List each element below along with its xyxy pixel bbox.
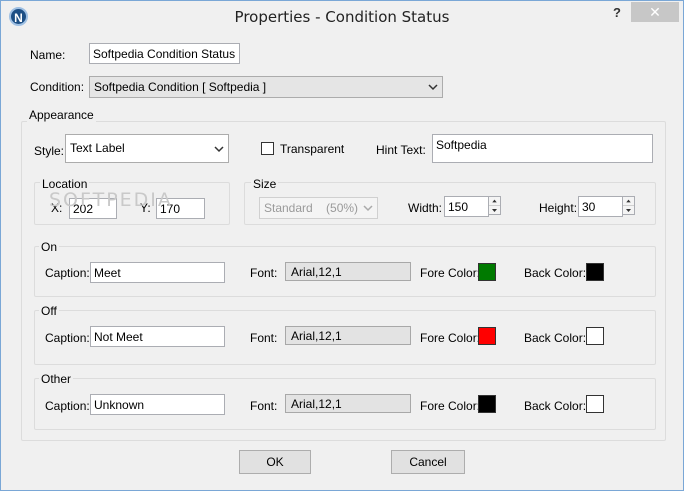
- title-bar: N Properties - Condition Status ? ✕: [1, 1, 683, 31]
- condition-select[interactable]: Softpedia Condition [ Softpedia ]: [89, 76, 443, 98]
- other-fore-color-label: Fore Color:: [420, 399, 481, 413]
- off-caption-input[interactable]: Not Meet: [90, 326, 225, 347]
- off-caption-label: Caption:: [45, 331, 90, 345]
- hint-text-label: Hint Text:: [376, 143, 426, 157]
- other-font-button[interactable]: Arial,12,1: [285, 394, 411, 413]
- name-label: Name:: [30, 48, 66, 62]
- other-back-color-label: Back Color:: [524, 399, 587, 413]
- on-back-color-label: Back Color:: [524, 266, 587, 280]
- other-caption-input[interactable]: Unknown: [90, 394, 225, 415]
- on-fore-color-label: Fore Color:: [420, 266, 481, 280]
- other-caption-label: Caption:: [45, 399, 90, 413]
- height-label: Height:: [539, 201, 578, 215]
- close-button[interactable]: ✕: [631, 2, 679, 22]
- cancel-button[interactable]: Cancel: [391, 450, 465, 474]
- other-fore-color-swatch[interactable]: [478, 395, 496, 413]
- window-title: Properties - Condition Status: [234, 8, 450, 26]
- off-font-label: Font:: [250, 331, 278, 345]
- transparent-checkbox[interactable]: [261, 142, 274, 155]
- hint-text-input[interactable]: Softpedia: [432, 134, 653, 163]
- on-font-label: Font:: [250, 266, 278, 280]
- size-preset-value: Standard (50%): [264, 201, 359, 215]
- chevron-down-icon: [363, 205, 373, 212]
- other-back-color-swatch[interactable]: [586, 395, 604, 413]
- spin-up-icon: [489, 199, 500, 206]
- width-input[interactable]: 150: [444, 196, 489, 217]
- name-input[interactable]: Softpedia Condition Status: [89, 43, 240, 64]
- on-caption-input[interactable]: Meet: [90, 262, 225, 283]
- chevron-down-icon: [214, 146, 224, 153]
- close-icon: ✕: [649, 4, 661, 20]
- off-fore-color-label: Fore Color:: [420, 331, 481, 345]
- properties-dialog: N Properties - Condition Status ? ✕ Name…: [0, 0, 684, 491]
- spin-down-icon: [492, 209, 497, 212]
- style-select[interactable]: Text Label: [65, 134, 229, 163]
- width-spinner[interactable]: [488, 196, 501, 215]
- size-preset-select[interactable]: Standard (50%): [259, 197, 378, 219]
- off-back-color-swatch[interactable]: [586, 327, 604, 345]
- off-fore-color-swatch[interactable]: [478, 327, 496, 345]
- height-spinner[interactable]: [622, 196, 635, 215]
- on-fore-color-swatch[interactable]: [478, 263, 496, 281]
- size-group-label: Size: [251, 177, 279, 191]
- other-group-label: Other: [39, 372, 74, 386]
- on-group-label: On: [39, 240, 60, 254]
- other-font-label: Font:: [250, 399, 278, 413]
- off-font-button[interactable]: Arial,12,1: [285, 326, 411, 345]
- on-caption-label: Caption:: [45, 266, 90, 280]
- spin-down-icon: [626, 209, 631, 212]
- on-back-color-swatch[interactable]: [586, 263, 604, 281]
- width-label: Width:: [408, 201, 443, 215]
- chevron-down-icon: [428, 84, 438, 91]
- on-font-button[interactable]: Arial,12,1: [285, 262, 411, 281]
- transparent-label: Transparent: [280, 142, 345, 156]
- off-back-color-label: Back Color:: [524, 331, 587, 345]
- ok-button[interactable]: OK: [239, 450, 311, 474]
- condition-select-value: Softpedia Condition [ Softpedia ]: [94, 80, 267, 94]
- height-input[interactable]: 30: [578, 196, 623, 217]
- help-button[interactable]: ?: [609, 5, 625, 23]
- watermark-text: SOFTPEDIA: [49, 189, 173, 211]
- spin-up-icon: [623, 199, 634, 206]
- style-label: Style:: [34, 144, 65, 158]
- appearance-group-label: Appearance: [27, 108, 96, 122]
- off-group-label: Off: [39, 304, 59, 318]
- style-select-value: Text Label: [70, 141, 125, 155]
- condition-label: Condition:: [30, 80, 85, 94]
